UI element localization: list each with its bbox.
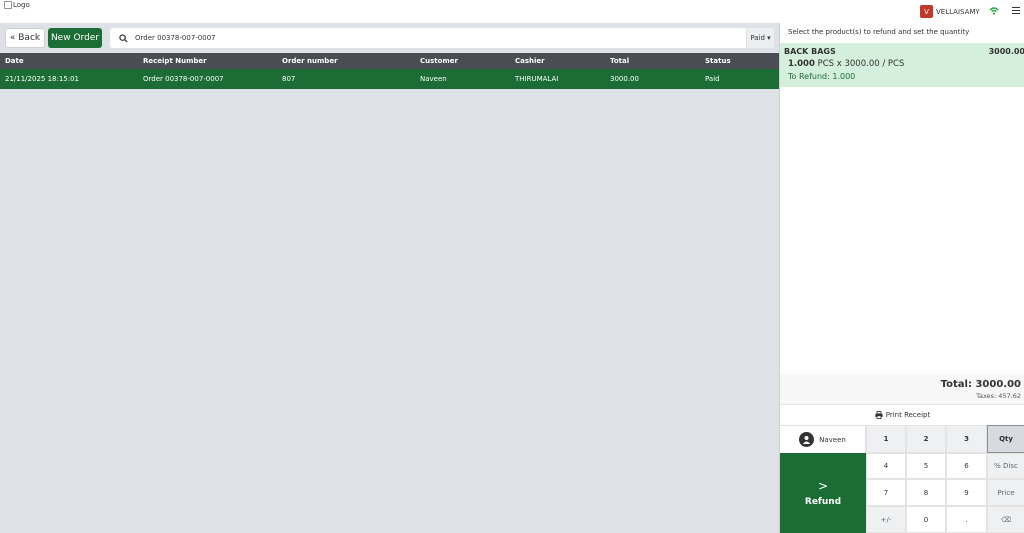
numpad-key-decimal[interactable]: . [946, 506, 987, 533]
numpad-key-3[interactable]: 3 [946, 425, 987, 453]
numpad-key-plus-minus[interactable]: +/- [866, 506, 906, 533]
order-status: Paid [705, 75, 720, 83]
column-header-status[interactable]: Status [705, 53, 731, 69]
back-button[interactable]: « Back [5, 28, 45, 48]
column-header-customer[interactable]: Customer [420, 53, 458, 69]
totals-section: Total: 3000.00 Taxes: 457.62 [780, 374, 1024, 404]
column-header-total[interactable]: Total [610, 53, 629, 69]
refund-pane: Select the product(s) to refund and set … [779, 23, 1024, 533]
numpad-area: Naveen > Refund 1 2 3 Qty 4 5 6 % Disc 7… [780, 425, 1024, 533]
order-total: 3000.00 [610, 75, 639, 83]
order-date: 21/11/2025 18:15:01 [5, 75, 80, 83]
column-header-date[interactable]: Date [5, 53, 24, 69]
customer-name: Naveen [819, 435, 846, 444]
numpad-key-4[interactable]: 4 [866, 453, 906, 479]
numpad-mode-qty[interactable]: Qty [987, 425, 1024, 453]
orders-pane: « Back New Order Order 00378-007-0007 Pa… [0, 23, 779, 533]
product-price: 3000.00 [988, 47, 1024, 56]
receipt-number: Order 00378-007-0007 [143, 75, 224, 83]
broken-image-icon [4, 1, 12, 9]
column-header-receipt-number[interactable]: Receipt Number [143, 53, 207, 69]
column-header-order-number[interactable]: Order number [282, 53, 338, 69]
user-icon [799, 432, 815, 447]
product-quantity: 1.000 [788, 59, 815, 69]
refund-button[interactable]: > Refund [780, 453, 866, 533]
numpad-key-7[interactable]: 7 [866, 479, 906, 506]
numpad-key-8[interactable]: 8 [906, 479, 946, 506]
product-name: BACK BAGS [784, 47, 836, 56]
refund-label: Refund [804, 497, 842, 507]
printer-icon [875, 411, 883, 419]
top-bar: Logo V VELLAISAMY [0, 0, 1024, 23]
numpad-key-5[interactable]: 5 [906, 453, 946, 479]
taxes-amount: Taxes: 457.62 [976, 392, 1021, 400]
order-customer: Naveen [420, 75, 447, 83]
to-refund-quantity: To Refund: 1.000 [788, 72, 856, 81]
logo-alt-text: Logo [13, 1, 30, 9]
orders-toolbar: « Back New Order Order 00378-007-0007 Pa… [0, 23, 779, 53]
print-receipt-label: Print Receipt [885, 411, 931, 419]
chevron-right-icon: > [817, 479, 829, 493]
customer-button[interactable]: Naveen [780, 425, 866, 453]
column-header-cashier[interactable]: Cashier [515, 53, 545, 69]
numpad-key-6[interactable]: 6 [946, 453, 987, 479]
search-bar[interactable]: Order 00378-007-0007 Paid ▾ [110, 28, 774, 48]
new-order-button[interactable]: New Order [48, 28, 102, 48]
numpad-key-0[interactable]: 0 [906, 506, 946, 533]
search-input[interactable]: Order 00378-007-0007 [135, 34, 746, 42]
numpad-mode-discount[interactable]: % Disc [987, 453, 1024, 479]
print-receipt-button[interactable]: Print Receipt [780, 404, 1024, 425]
numpad-key-1[interactable]: 1 [866, 425, 906, 453]
refund-product-line[interactable]: BACK BAGS 3000.00 1.000 PCS x 3000.00 / … [780, 43, 1024, 87]
numpad-mode-price[interactable]: Price [987, 479, 1024, 506]
numpad-key-9[interactable]: 9 [946, 479, 987, 506]
order-number: 807 [282, 75, 296, 83]
orders-table-header: Date Receipt Number Order number Custome… [0, 53, 779, 69]
logo: Logo [4, 1, 30, 9]
backspace-icon[interactable]: ⌫ [987, 506, 1024, 533]
table-row[interactable]: 21/11/2025 18:15:01 Order 00378-007-0007… [0, 69, 779, 89]
status-filter-dropdown[interactable]: Paid ▾ [746, 28, 774, 48]
product-quantity-line: 1.000 PCS x 3000.00 / PCS [788, 59, 904, 69]
order-total-amount: Total: 3000.00 [940, 379, 1021, 390]
numpad-key-2[interactable]: 2 [906, 425, 946, 453]
user-avatar: V [920, 5, 933, 18]
user-menu[interactable]: V VELLAISAMY [920, 5, 980, 18]
refund-instructions: Select the product(s) to refund and set … [788, 28, 970, 36]
hamburger-menu-icon[interactable] [1012, 7, 1020, 15]
user-name: VELLAISAMY [936, 7, 980, 16]
wifi-icon[interactable] [989, 6, 999, 16]
search-icon [119, 33, 128, 43]
product-quantity-detail: PCS x 3000.00 / PCS [817, 59, 905, 69]
order-cashier: THIRUMALAI [515, 75, 559, 83]
